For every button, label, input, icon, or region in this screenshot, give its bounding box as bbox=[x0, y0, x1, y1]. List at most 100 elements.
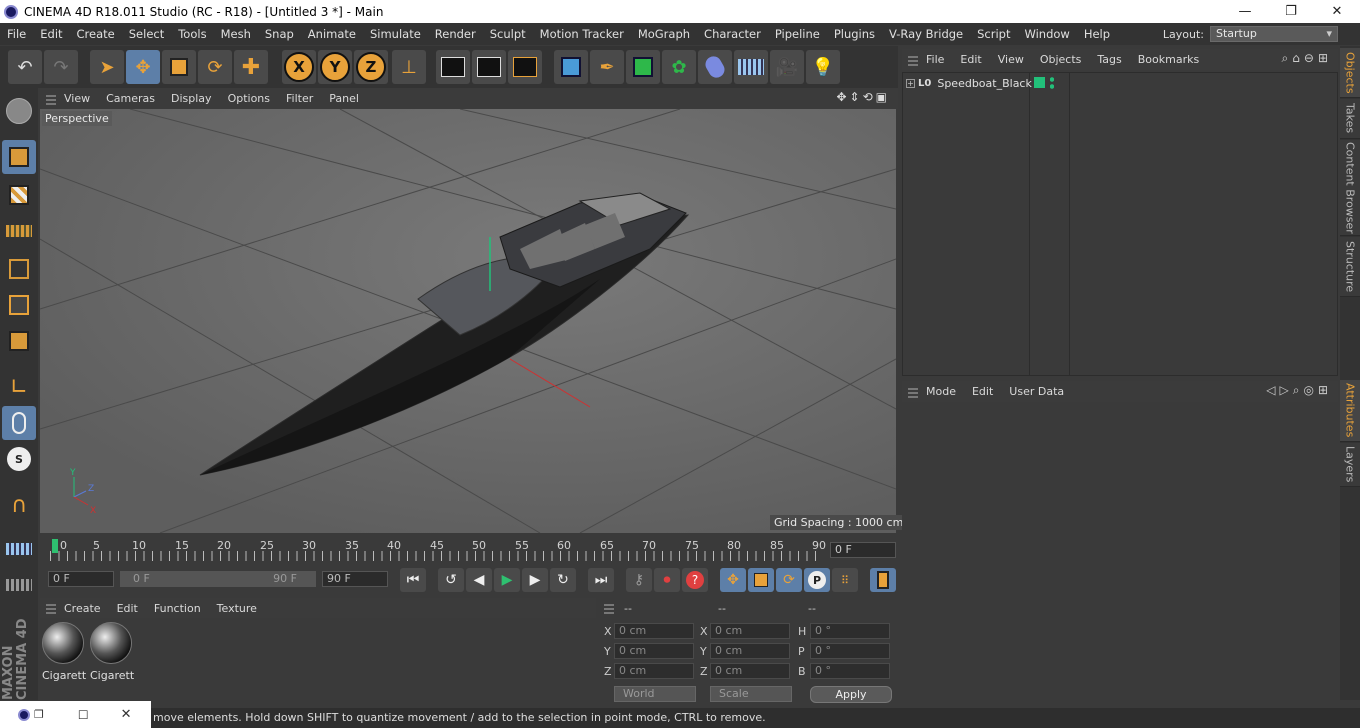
attribute-menu-edit[interactable]: Edit bbox=[964, 385, 1001, 398]
redo-button[interactable]: ↷ bbox=[44, 50, 78, 84]
layout-select[interactable]: Startup bbox=[1210, 26, 1338, 42]
scale-tool-button[interactable] bbox=[162, 50, 196, 84]
goto-end-button[interactable]: ⏭ bbox=[588, 568, 614, 592]
add-camera-button[interactable]: 🎥 bbox=[770, 50, 804, 84]
menu-sculpt[interactable]: Sculpt bbox=[483, 27, 533, 41]
axis-mode-button[interactable]: ∟ bbox=[2, 370, 36, 404]
key-position-button[interactable]: ✥ bbox=[720, 568, 746, 592]
make-editable-button[interactable] bbox=[2, 94, 36, 128]
size-y-field[interactable]: 0 cm bbox=[710, 643, 790, 659]
add-cube-button[interactable] bbox=[554, 50, 588, 84]
viewport-menu-view[interactable]: View bbox=[56, 92, 98, 105]
x-axis-button[interactable]: X bbox=[282, 50, 316, 84]
menu-create[interactable]: Create bbox=[70, 27, 122, 41]
menu-pipeline[interactable]: Pipeline bbox=[768, 27, 827, 41]
add-pen-button[interactable]: ✒ bbox=[590, 50, 624, 84]
attribute-nav-icons[interactable]: ◁▷⌕◎⊞ bbox=[1266, 383, 1332, 398]
menu-character[interactable]: Character bbox=[697, 27, 768, 41]
menu-motion-tracker[interactable]: Motion Tracker bbox=[533, 27, 631, 41]
size-z-field[interactable]: 0 cm bbox=[710, 663, 790, 679]
menu-window[interactable]: Window bbox=[1017, 27, 1076, 41]
frame-range-slider[interactable]: 0 F 90 F bbox=[120, 571, 316, 587]
key-parameter-button[interactable]: P bbox=[804, 568, 830, 592]
pos-z-field[interactable]: 0 cm bbox=[614, 663, 694, 679]
thumb-close-icon[interactable]: ✕ bbox=[121, 707, 132, 722]
object-menu-tags[interactable]: Tags bbox=[1089, 53, 1129, 66]
material-swatch[interactable]: Cigarett bbox=[90, 622, 134, 682]
layer-color-swatch[interactable] bbox=[1034, 77, 1045, 88]
current-frame-field[interactable]: 0 F bbox=[830, 542, 896, 558]
recent-tools-button[interactable]: ✚ bbox=[234, 50, 268, 84]
undo-button[interactable]: ↶ bbox=[8, 50, 42, 84]
viewport-menu-options[interactable]: Options bbox=[220, 92, 278, 105]
key-pla-button[interactable]: ⠿ bbox=[832, 568, 858, 592]
menu-render[interactable]: Render bbox=[428, 27, 483, 41]
close-button[interactable]: ✕ bbox=[1314, 0, 1360, 23]
maximize-button[interactable]: ❐ bbox=[1268, 0, 1314, 23]
tab-objects[interactable]: Objects bbox=[1340, 48, 1360, 98]
coordinate-mode-dropdown[interactable]: World bbox=[614, 686, 696, 702]
live-selection-button[interactable]: ➤ bbox=[90, 50, 124, 84]
add-deformer-button[interactable] bbox=[698, 50, 732, 84]
rot-h-field[interactable]: 0 ° bbox=[810, 623, 890, 639]
workplane-lock-button[interactable] bbox=[2, 532, 36, 566]
menu-mesh[interactable]: Mesh bbox=[214, 27, 258, 41]
tweak-mode-button[interactable] bbox=[2, 406, 36, 440]
object-menu-edit[interactable]: Edit bbox=[952, 53, 989, 66]
menu-animate[interactable]: Animate bbox=[301, 27, 363, 41]
object-menu-file[interactable]: File bbox=[918, 53, 952, 66]
autokey-button[interactable]: ⏺ bbox=[654, 568, 680, 592]
coordinate-system-button[interactable]: ⊥ bbox=[392, 50, 426, 84]
render-settings-button[interactable] bbox=[508, 50, 542, 84]
menu-mograph[interactable]: MoGraph bbox=[631, 27, 697, 41]
snap-button[interactable]: ∩ bbox=[2, 488, 36, 522]
pos-y-field[interactable]: 0 cm bbox=[614, 643, 694, 659]
menu-script[interactable]: Script bbox=[970, 27, 1017, 41]
play-button[interactable]: ▶ bbox=[494, 568, 520, 592]
viewport-menu-display[interactable]: Display bbox=[163, 92, 220, 105]
tab-layers[interactable]: Layers bbox=[1340, 443, 1360, 487]
menu-simulate[interactable]: Simulate bbox=[363, 27, 428, 41]
rot-p-field[interactable]: 0 ° bbox=[810, 643, 890, 659]
menu-help[interactable]: Help bbox=[1077, 27, 1117, 41]
timeline-window-button[interactable] bbox=[870, 568, 896, 592]
thumb-restore-icon[interactable]: ❐ bbox=[34, 708, 44, 721]
pos-x-field[interactable]: 0 cm bbox=[614, 623, 694, 639]
render-view-button[interactable] bbox=[436, 50, 470, 84]
point-mode-button[interactable] bbox=[2, 252, 36, 286]
menu-edit[interactable]: Edit bbox=[33, 27, 69, 41]
z-axis-button[interactable]: Z bbox=[354, 50, 388, 84]
viewport-menu-cameras[interactable]: Cameras bbox=[98, 92, 163, 105]
next-key-button[interactable]: ↻ bbox=[550, 568, 576, 592]
attribute-menu-mode[interactable]: Mode bbox=[918, 385, 964, 398]
visibility-dots-icon[interactable] bbox=[1050, 76, 1054, 90]
start-frame-field[interactable]: 0 F bbox=[48, 571, 114, 587]
timeline-ruler[interactable]: 0 5 10 15 20 25 30 35 40 45 50 55 60 65 … bbox=[40, 535, 898, 563]
menu-file[interactable]: File bbox=[0, 27, 33, 41]
previous-key-button[interactable]: ↺ bbox=[438, 568, 464, 592]
menu-select[interactable]: Select bbox=[122, 27, 171, 41]
solo-button[interactable]: S bbox=[2, 442, 36, 476]
object-menu-bookmarks[interactable]: Bookmarks bbox=[1130, 53, 1207, 66]
apply-button[interactable]: Apply bbox=[810, 686, 892, 703]
perspective-viewport[interactable]: Y Z X bbox=[40, 109, 896, 533]
add-light-button[interactable]: 💡 bbox=[806, 50, 840, 84]
locked-workplane-button[interactable] bbox=[2, 568, 36, 602]
key-scale-button[interactable] bbox=[748, 568, 774, 592]
object-name[interactable]: Speedboat_Black bbox=[937, 77, 1032, 90]
tab-attributes[interactable]: Attributes bbox=[1340, 380, 1360, 442]
attribute-menu-user-data[interactable]: User Data bbox=[1001, 385, 1072, 398]
size-mode-dropdown[interactable]: Scale bbox=[710, 686, 792, 702]
object-menu-view[interactable]: View bbox=[990, 53, 1032, 66]
workplane-mode-button[interactable] bbox=[2, 214, 36, 248]
object-menu-objects[interactable]: Objects bbox=[1032, 53, 1090, 66]
polygon-mode-button[interactable] bbox=[2, 324, 36, 358]
record-keys-button[interactable]: ⚷ bbox=[626, 568, 652, 592]
size-x-field[interactable]: 0 cm bbox=[710, 623, 790, 639]
menu-plugins[interactable]: Plugins bbox=[827, 27, 882, 41]
tab-content-browser[interactable]: Content Browser bbox=[1340, 140, 1360, 236]
material-menu-function[interactable]: Function bbox=[146, 602, 209, 615]
object-manager-search-icons[interactable]: ⌕⌂⊖⊞ bbox=[1282, 51, 1332, 66]
minimize-button[interactable]: — bbox=[1222, 0, 1268, 23]
y-axis-button[interactable]: Y bbox=[318, 50, 352, 84]
